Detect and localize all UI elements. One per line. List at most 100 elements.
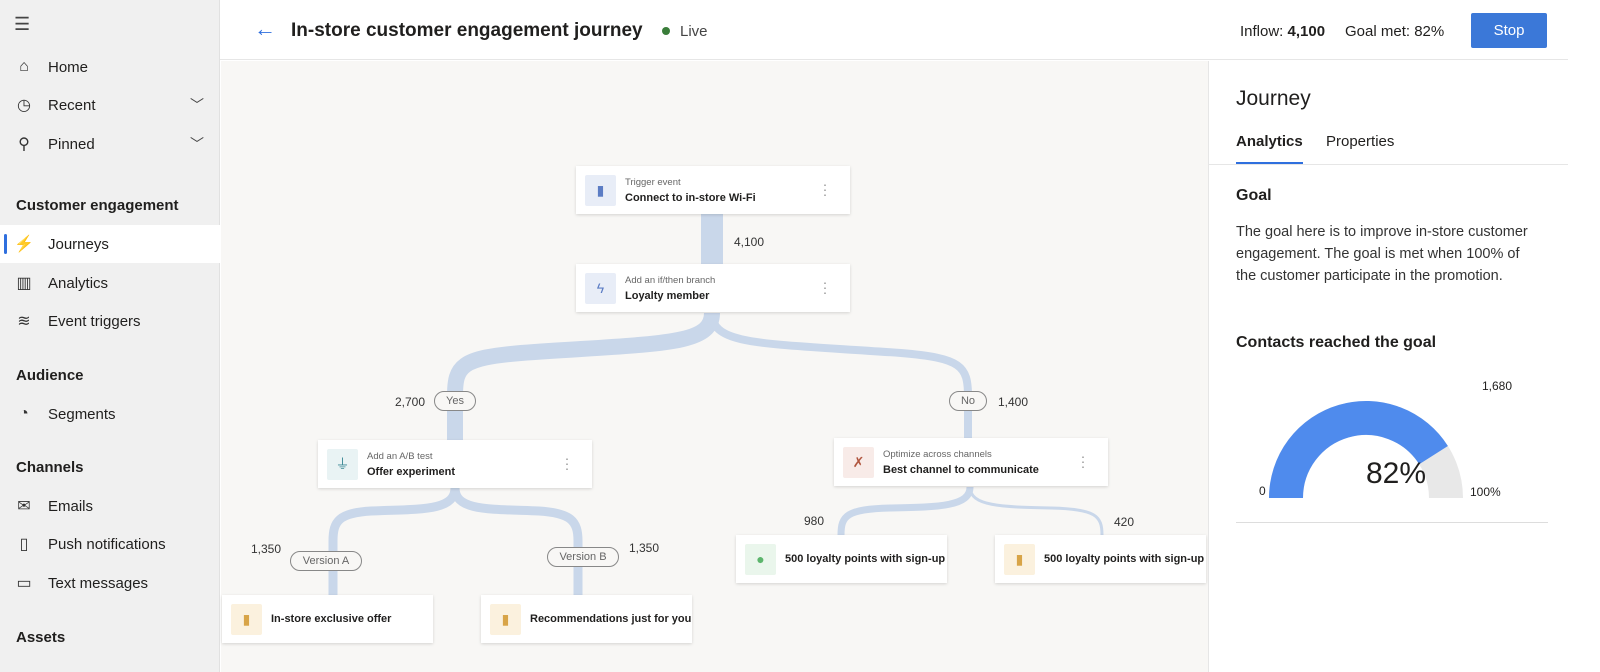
card-title: In-store exclusive offer [271, 613, 392, 625]
sidebar-item-pinned[interactable]: ⚲ Pinned ﹀ [0, 125, 220, 163]
connector-yes [447, 312, 720, 441]
card-subtitle: Optimize across channels [883, 448, 992, 460]
magic-wand-icon: ✗ [843, 446, 874, 478]
sidebar-item-label: Home [48, 58, 89, 76]
card-title: 500 loyalty points with sign-up [785, 553, 946, 565]
gauge-percent: 82% [1366, 457, 1427, 490]
header: ← In-store customer engagement journey L… [220, 0, 1568, 60]
version-b-pill: Version B [547, 547, 619, 567]
gauge-min-label: 0 [1259, 484, 1266, 498]
no-pill: No [949, 391, 987, 411]
sidebar-item-text-messages[interactable]: ▭ Text messages [0, 564, 220, 602]
offer-b-card[interactable]: ▮ Recommendations just for you [481, 595, 692, 643]
sidebar-item-home[interactable]: ⌂ Home [0, 48, 220, 86]
version-a-count: 1,350 [251, 542, 282, 556]
channel-1-card[interactable]: ● 500 loyalty points with sign-up [736, 535, 947, 583]
status-text: Live [680, 23, 708, 40]
connector-version-b [450, 487, 583, 595]
connector-channel-2 [968, 486, 1104, 536]
live-dot-icon [662, 27, 670, 35]
window-edge [1568, 0, 1600, 672]
goal-heading: Goal [1236, 187, 1272, 204]
sidebar-item-label: Emails [48, 497, 94, 515]
sidebar-item-label: Pinned [48, 135, 95, 153]
gauge-max-label: 100% [1470, 485, 1501, 499]
chevron-down-icon[interactable]: ﹀ [190, 95, 204, 115]
sidebar-item-event-triggers[interactable]: ≋ Event triggers [0, 302, 220, 340]
channel-2-count: 420 [1114, 515, 1135, 529]
sidebar-item-recent[interactable]: ◷ Recent ﹀ [0, 86, 220, 124]
inflow-value: 4,100 [1287, 23, 1326, 40]
sidebar-item-emails[interactable]: ✉ Emails [0, 487, 220, 525]
abtest-card[interactable]: ⏚ Add an A/B test Offer experiment ⋮ [318, 440, 592, 488]
goal-stat: Goal met: 82% [1345, 23, 1444, 40]
card-title: Best channel to communicate [883, 463, 1039, 476]
panel-title: Journey [1236, 87, 1311, 110]
chat-icon: ● [745, 543, 776, 575]
phone-icon: ▮ [490, 603, 521, 635]
card-title: Recommendations just for you [530, 613, 692, 625]
connector-version-a [328, 487, 460, 595]
lightning-icon: ϟ [585, 272, 616, 304]
more-options-icon[interactable]: ⋮ [818, 280, 832, 297]
mail-icon: ✉ [17, 498, 31, 515]
tab-analytics[interactable]: Analytics [1236, 133, 1303, 164]
sidebar-item-label: Journeys [48, 235, 109, 253]
branch-card[interactable]: ϟ Add an if/then branch Loyalty member ⋮ [576, 264, 850, 312]
sidebar-item-push-notifications[interactable]: ▯ Push notifications [0, 525, 220, 563]
section-audience: Audience [16, 367, 84, 384]
inflow-stat: Inflow: 4,100 [1240, 23, 1325, 40]
sidebar-item-label: Text messages [48, 574, 149, 592]
hamburger-icon[interactable]: ☰ [14, 14, 30, 35]
back-arrow-icon[interactable]: ← [254, 16, 276, 42]
event-trigger-icon: ≋ [17, 313, 31, 330]
sidebar-item-label: Segments [48, 405, 116, 423]
analytics-icon: ▥ [16, 275, 32, 292]
yes-pill: Yes [434, 391, 476, 411]
segments-icon: ◔ [19, 405, 29, 422]
card-title: Connect to in-store Wi-Fi [625, 191, 756, 204]
yes-count: 2,700 [395, 395, 426, 409]
inflow-label: Inflow: [1240, 23, 1284, 40]
phone-icon: ▮ [231, 603, 262, 635]
sidebar: ☰ ⌂ Home ◷ Recent ﹀ ⚲ Pinned ﹀ Customer engag… [0, 0, 220, 672]
channel-2-card[interactable]: ▮ 500 loyalty points with sign-up [995, 535, 1206, 583]
contacts-heading: Contacts reached the goal [1236, 334, 1437, 351]
no-count: 1,400 [998, 395, 1029, 409]
sidebar-item-journeys[interactable]: ⚡ Journeys [0, 225, 220, 263]
more-options-icon[interactable]: ⋮ [1076, 454, 1090, 471]
sidebar-item-analytics[interactable]: ▥ Analytics [0, 264, 220, 302]
goal-label: Goal met: [1345, 23, 1411, 40]
pin-icon: ⚲ [18, 136, 30, 153]
clock-icon: ◷ [17, 97, 31, 114]
journey-canvas: ▮ Trigger event Connect to in-store Wi-Fi… [221, 61, 1208, 672]
section-customer-engagement: Customer engagement [16, 197, 179, 214]
card-title: Loyalty member [625, 289, 710, 302]
phone-icon: ▮ [1004, 543, 1035, 575]
page-title: In-store customer engagement journey [291, 20, 643, 41]
sidebar-item-label: Analytics [48, 274, 109, 292]
sidebar-item-label: Recent [48, 96, 96, 114]
trigger-card[interactable]: ▮ Trigger event Connect to in-store Wi-Fi… [576, 166, 850, 214]
sidebar-item-label: Event triggers [48, 312, 141, 330]
chevron-down-icon[interactable]: ﹀ [190, 134, 204, 154]
message-icon: ▭ [16, 575, 32, 592]
divider [1236, 522, 1548, 523]
sidebar-item-segments[interactable]: ◔ Segments [0, 395, 220, 433]
channel-1-count: 980 [804, 514, 825, 528]
more-options-icon[interactable]: ⋮ [560, 456, 574, 473]
door-icon: ▮ [585, 174, 616, 206]
divider [1209, 164, 1568, 165]
more-options-icon[interactable]: ⋮ [818, 182, 832, 199]
home-icon: ⌂ [19, 58, 29, 75]
optimize-card[interactable]: ✗ Optimize across channels Best channel t… [834, 438, 1108, 486]
offer-a-card[interactable]: ▮ In-store exclusive offer [222, 595, 433, 643]
trigger-count: 4,100 [734, 235, 765, 249]
tab-properties[interactable]: Properties [1326, 133, 1394, 150]
goal-description: The goal here is to improve in-store cus… [1236, 224, 1528, 284]
section-assets: Assets [16, 629, 66, 646]
flask-icon: ⏚ [327, 448, 358, 480]
card-subtitle: Trigger event [625, 176, 681, 188]
journey-panel: Journey Analytics Properties Goal The go… [1208, 61, 1568, 672]
stop-button[interactable]: Stop [1471, 13, 1547, 48]
